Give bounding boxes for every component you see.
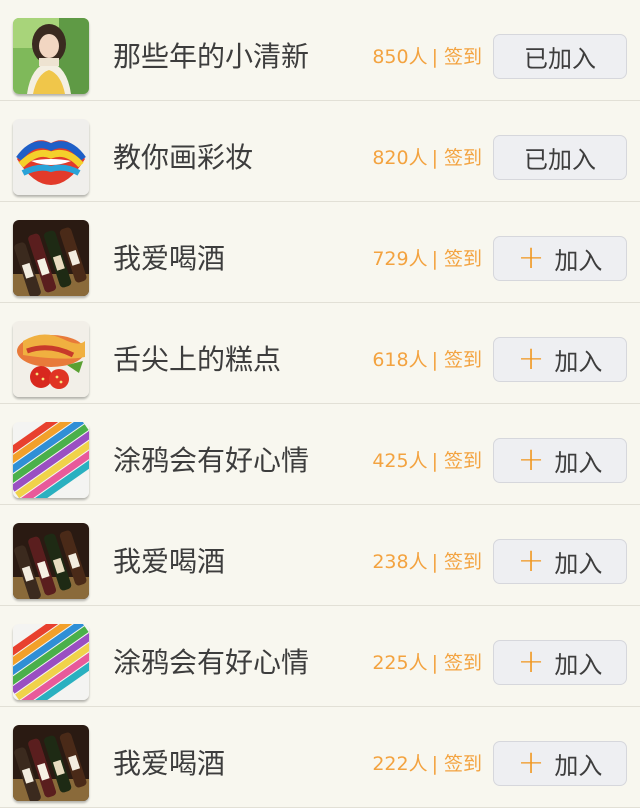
- member-count: 225人: [372, 652, 428, 674]
- join-button-label: 已加入: [524, 45, 596, 73]
- colored-pencils-photo-icon: [13, 624, 89, 700]
- wine-bottles-photo-icon: [13, 220, 89, 296]
- checkin-link[interactable]: 签到: [444, 652, 482, 674]
- join-button[interactable]: + 加入: [493, 438, 627, 483]
- girl-photo-icon: [13, 18, 89, 94]
- separator: |: [431, 248, 438, 270]
- group-name: 我爱喝酒: [113, 747, 226, 780]
- member-count: 425人: [372, 450, 428, 472]
- separator: |: [431, 652, 438, 674]
- join-button-label: 加入: [554, 348, 603, 376]
- plus-icon: +: [517, 541, 545, 579]
- separator: |: [431, 753, 438, 775]
- checkin-link[interactable]: 签到: [444, 551, 482, 573]
- group-name: 教你画彩妆: [113, 141, 254, 174]
- group-stats: 729人 | 签到: [372, 246, 482, 272]
- wine-bottles-photo-icon: [13, 523, 89, 599]
- separator: |: [431, 450, 438, 472]
- join-button[interactable]: + 加入: [493, 236, 627, 281]
- checkin-link[interactable]: 签到: [444, 147, 482, 169]
- join-button[interactable]: + 加入: [493, 741, 627, 786]
- group-stats: 238人 | 签到: [372, 549, 482, 575]
- colored-pencils-photo-icon: [13, 422, 89, 498]
- list-item[interactable]: 我爱喝酒 729人 | 签到 + 加入: [0, 202, 640, 303]
- painted-lips-photo-icon: [13, 119, 89, 195]
- group-name: 涂鸦会有好心情: [113, 444, 310, 477]
- list-item[interactable]: 我爱喝酒 222人 | 签到 + 加入: [0, 707, 640, 808]
- joined-button[interactable]: + 已加入: [493, 34, 627, 79]
- plus-icon: +: [517, 642, 545, 680]
- group-stats: 222人 | 签到: [372, 751, 482, 777]
- join-button-label: 加入: [554, 550, 603, 578]
- group-stats: 225人 | 签到: [372, 650, 482, 676]
- plus-icon: +: [517, 238, 545, 276]
- group-name: 我爱喝酒: [113, 242, 226, 275]
- checkin-link[interactable]: 签到: [444, 248, 482, 270]
- member-count: 238人: [372, 551, 428, 573]
- list-item[interactable]: 我爱喝酒 238人 | 签到 + 加入: [0, 505, 640, 606]
- group-list: 那些年的小清新 850人|签到 + 已加入 教你画彩妆 820人|签到 +: [0, 0, 640, 808]
- group-stats: 618人 | 签到: [372, 347, 482, 373]
- join-button[interactable]: + 加入: [493, 337, 627, 382]
- join-button[interactable]: + 加入: [493, 640, 627, 685]
- plus-icon: +: [517, 440, 545, 478]
- separator: |: [431, 551, 438, 573]
- member-count: 222人: [372, 753, 428, 775]
- separator: |: [431, 147, 438, 169]
- group-stats: 820人 | 签到: [372, 145, 482, 171]
- member-count: 820人: [372, 147, 428, 169]
- separator: |: [431, 46, 438, 68]
- join-button-label: 加入: [554, 449, 603, 477]
- list-item[interactable]: 涂鸦会有好心情 425人 | 签到 + 加入: [0, 404, 640, 505]
- checkin-link[interactable]: 签到: [444, 450, 482, 472]
- group-name: 涂鸦会有好心情: [113, 646, 310, 679]
- group-stats: 425人 | 签到: [372, 448, 482, 474]
- group-name: 那些年的小清新: [113, 40, 310, 73]
- plus-icon: +: [517, 743, 545, 781]
- pastry-photo-icon: [13, 321, 89, 397]
- member-count: 850人: [372, 46, 428, 68]
- group-stats: 850人 | 签到: [372, 44, 482, 70]
- list-item[interactable]: 那些年的小清新 850人| 签到 + 已加入: [0, 0, 640, 101]
- checkin-link[interactable]: 签到: [444, 46, 482, 68]
- plus-icon: +: [517, 339, 545, 377]
- join-button-label: 已加入: [524, 146, 596, 174]
- join-button-label: 加入: [554, 247, 603, 275]
- joined-button[interactable]: + 已加入: [493, 135, 627, 180]
- join-button-label: 加入: [554, 752, 603, 780]
- group-name: 我爱喝酒: [113, 545, 226, 578]
- list-item[interactable]: 教你画彩妆 820人| 签到 + 已加入: [0, 101, 640, 202]
- wine-bottles-photo-icon: [13, 725, 89, 801]
- join-button-label: 加入: [554, 651, 603, 679]
- list-item[interactable]: 舌尖上的糕点 618人 | 签到 + 加入: [0, 303, 640, 404]
- separator: |: [431, 349, 438, 371]
- member-count: 729人: [372, 248, 428, 270]
- group-name: 舌尖上的糕点: [113, 343, 282, 376]
- join-button[interactable]: + 加入: [493, 539, 627, 584]
- checkin-link[interactable]: 签到: [444, 349, 482, 371]
- member-count: 618人: [372, 349, 428, 371]
- list-item[interactable]: 涂鸦会有好心情 225人 | 签到 + 加入: [0, 606, 640, 707]
- checkin-link[interactable]: 签到: [444, 753, 482, 775]
